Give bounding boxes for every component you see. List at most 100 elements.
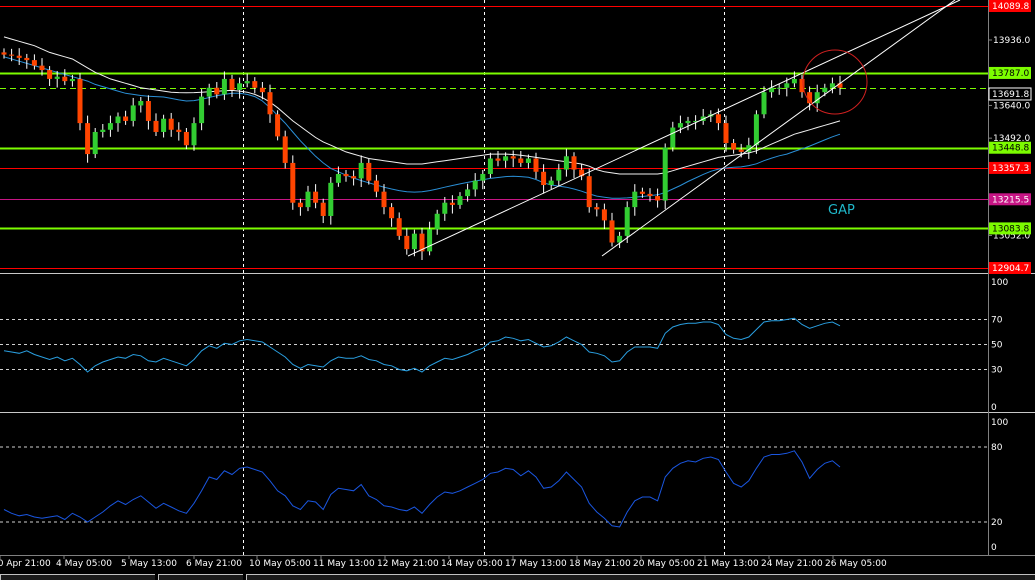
candle-bullish [776, 87, 782, 89]
candle-bearish [153, 120, 159, 132]
candle-bullish [411, 233, 417, 250]
candle-bullish [206, 87, 212, 97]
candle-bullish [487, 158, 493, 174]
candle-bearish [389, 207, 395, 219]
time-tick-label: 14 May 05:00 [441, 559, 503, 569]
time-tick-label: 18 May 21:00 [569, 559, 631, 569]
candle-bearish [655, 196, 661, 201]
candle-bearish [647, 193, 653, 197]
candle-bearish [252, 81, 258, 88]
candle-bearish [145, 101, 151, 121]
indicator-tick-label: 50 [991, 341, 1003, 351]
candle-bearish [639, 191, 645, 194]
candle-bearish [723, 123, 729, 144]
price-tick-label: 13640.0 [993, 101, 1030, 111]
candle-bullish [548, 180, 554, 186]
candle-bullish [115, 116, 121, 124]
price-level-tag-label: 13083.8 [992, 224, 1029, 234]
candle-bearish [594, 207, 600, 210]
main-pane [0, 0, 988, 272]
candle-bearish [297, 202, 303, 208]
candle-bullish [92, 131, 98, 155]
candle-bearish [731, 143, 737, 150]
candle-bullish [100, 129, 106, 132]
candle-bearish [510, 156, 516, 159]
candle-bullish [632, 191, 638, 208]
candle-bullish [670, 127, 676, 148]
candle-bullish [753, 114, 759, 146]
window-tab[interactable] [0, 574, 155, 580]
price-level-tag-label: 13787.0 [992, 69, 1029, 79]
indicator-pane-1 [0, 275, 988, 411]
indicator-tick-label: 70 [991, 316, 1003, 326]
indicator-tick-label: 100 [991, 278, 1008, 288]
candle-bullish [503, 156, 509, 161]
window-tab[interactable] [158, 574, 243, 580]
window-tabs [0, 574, 1035, 580]
time-tick-label: 6 May 21:00 [186, 559, 242, 569]
candle-bearish [282, 136, 288, 163]
candle-bullish [761, 92, 767, 115]
candle-bearish [9, 54, 15, 56]
indicator-tick-label: 0 [991, 543, 997, 553]
time-tick-label: 11 May 13:00 [313, 559, 375, 569]
price-level-tag-label: 13448.8 [992, 144, 1029, 154]
candle-bearish [85, 123, 91, 155]
candle-bearish [39, 65, 45, 71]
candle-bearish [586, 176, 592, 208]
time-tick-label: 30 Apr 21:00 [0, 559, 51, 569]
candle-bullish [69, 78, 75, 82]
time-tick-label: 10 May 05:00 [249, 559, 311, 569]
indicator-tick-label: 80 [991, 443, 1003, 453]
candle-bullish [457, 196, 463, 205]
candle-bullish [54, 76, 60, 79]
price-level-tag-label: 13357.3 [992, 164, 1029, 174]
candle-bearish [229, 78, 235, 90]
candle-bearish [123, 116, 129, 121]
price-chart[interactable]: GAP 13936.013640.013492.013052.0 14089.8… [0, 0, 1035, 579]
candle-bearish [31, 60, 37, 66]
gap-annotation: GAP [828, 203, 855, 218]
candle-bearish [518, 158, 524, 163]
candle-bullish [662, 147, 668, 201]
candle-bearish [62, 76, 68, 82]
candle-bearish [366, 162, 372, 181]
price-axis-ticks: 13936.013640.013492.013052.0 [988, 36, 1030, 241]
candle-bearish [313, 191, 319, 203]
candle-bullish [472, 180, 478, 190]
candle-bullish [563, 156, 569, 170]
candle-bullish [442, 202, 448, 214]
candle-bearish [259, 87, 265, 93]
candle-bullish [685, 120, 691, 124]
candle-bullish [138, 101, 144, 106]
candle-bearish [16, 55, 22, 58]
candle-bullish [161, 118, 167, 132]
candle-bearish [183, 131, 189, 146]
indicator-pane-2 [0, 414, 988, 555]
price-level-tag-label: 14089.8 [992, 2, 1029, 12]
candle-bullish [784, 83, 790, 88]
candle-bearish [24, 57, 30, 61]
time-tick-label: 20 May 05:00 [633, 559, 695, 569]
window-tab[interactable] [246, 574, 1035, 580]
candle-bullish [465, 189, 471, 197]
candle-bearish [373, 180, 379, 192]
candle-bearish [715, 114, 721, 124]
candle-bearish [320, 202, 326, 216]
candle-bearish [47, 70, 53, 79]
candle-bullish [199, 96, 205, 124]
candle-bullish [427, 229, 433, 252]
candle-bearish [290, 162, 296, 203]
candle-bullish [191, 123, 197, 146]
candle-bullish [221, 78, 227, 95]
candle-bullish [244, 81, 250, 84]
candle-bullish [130, 105, 136, 121]
candle-bullish [328, 182, 334, 216]
candle-bearish [541, 171, 547, 186]
candle-bullish [434, 213, 440, 230]
candle-bearish [449, 202, 455, 205]
candle-bearish [396, 218, 402, 236]
candle-bearish [267, 92, 273, 115]
candle-bearish [571, 156, 577, 170]
candle-bearish [176, 129, 182, 132]
